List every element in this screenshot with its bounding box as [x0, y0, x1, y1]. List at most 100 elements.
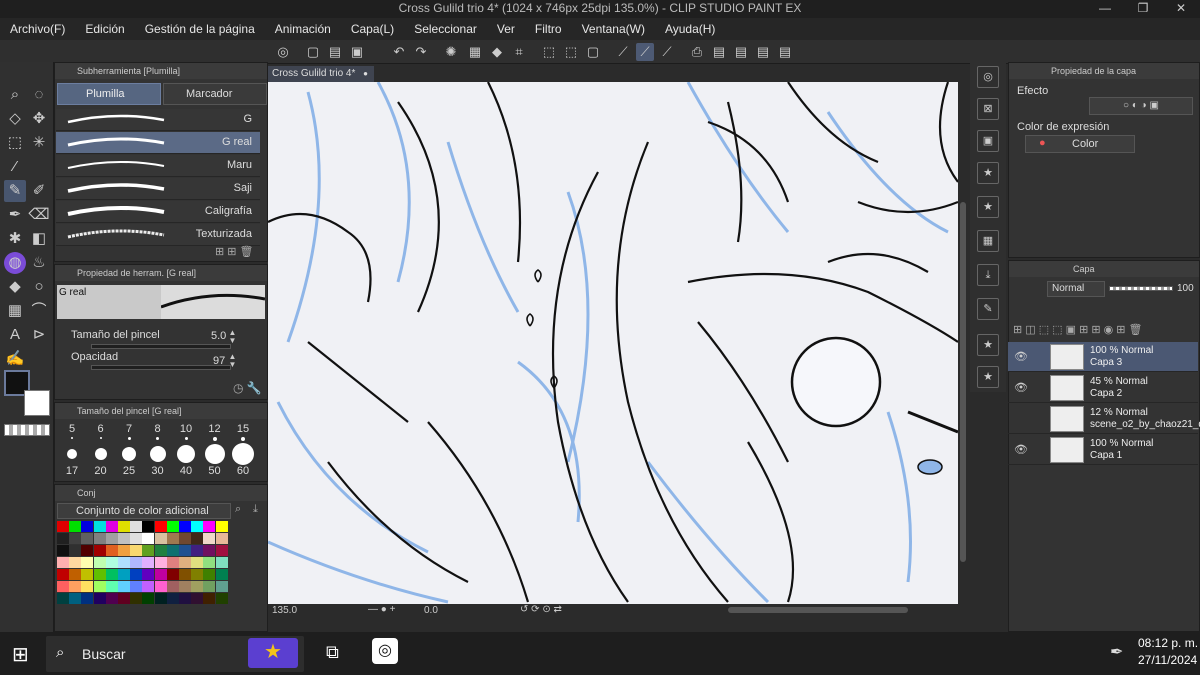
color-swatch[interactable]	[130, 545, 143, 556]
ruler-snap-icon[interactable]: ⟋	[614, 43, 632, 61]
layer-row[interactable]: 👁 100 % Normal Capa 3	[1008, 342, 1198, 372]
color-swatch[interactable]	[57, 593, 69, 604]
color-swatch[interactable]	[154, 569, 167, 580]
brush-texturizada[interactable]: Texturizada	[56, 224, 260, 246]
color-swatch[interactable]	[105, 593, 118, 604]
angle-value[interactable]: 0.0	[424, 605, 438, 616]
color-swatch[interactable]	[130, 581, 143, 592]
restore-button[interactable]: ❐	[1124, 0, 1162, 18]
color-swatch[interactable]	[166, 593, 179, 604]
color-swatch[interactable]	[118, 557, 130, 568]
color-swatch[interactable]	[118, 521, 130, 532]
fill-icon[interactable]: ◆	[488, 43, 506, 61]
clock-time[interactable]: 08:12 p. m.	[1138, 636, 1198, 650]
material-star-icon[interactable]: ★	[977, 162, 999, 184]
color-swatch[interactable]	[179, 533, 191, 544]
color-swatch[interactable]	[69, 545, 82, 556]
color-swatch[interactable]	[142, 533, 155, 544]
auto-select-icon[interactable]: ✳	[28, 132, 50, 154]
color-swatch[interactable]	[203, 557, 216, 568]
export-png-icon[interactable]: ▤	[732, 43, 750, 61]
color-swatch[interactable]	[166, 557, 179, 568]
export-psd-icon[interactable]: ▤	[754, 43, 772, 61]
canvas-tab[interactable]: Cross Gulild trio 4* ●	[268, 66, 374, 82]
color-swatch[interactable]	[93, 569, 106, 580]
color-swatch[interactable]	[81, 593, 94, 604]
color-swatch[interactable]	[215, 545, 228, 556]
pen-icon[interactable]: ✎	[4, 180, 26, 202]
color-swatch[interactable]	[130, 521, 143, 532]
menu-ventana[interactable]: Ventana(W)	[572, 22, 655, 36]
color-swatch[interactable]	[191, 569, 204, 580]
color-swatch[interactable]	[191, 521, 204, 532]
layer-row[interactable]: 👁 100 % Normal Capa 1	[1008, 435, 1198, 465]
opacity-value[interactable]: 97	[213, 355, 225, 367]
color-swatch[interactable]	[191, 557, 204, 568]
color-swatch[interactable]	[191, 533, 204, 544]
balloon-icon[interactable]: ⊳	[28, 324, 50, 346]
color-swatch[interactable]	[215, 581, 228, 592]
zoom-controls-icon[interactable]: — ● +	[368, 604, 395, 615]
color-swatch[interactable]	[215, 557, 228, 568]
color-swatch[interactable]	[215, 569, 228, 580]
canvas-tab-close-icon[interactable]: ●	[363, 66, 368, 82]
color-swatch[interactable]	[130, 569, 143, 580]
clear-icon[interactable]: ✺	[442, 43, 460, 61]
color-swatch[interactable]	[166, 533, 179, 544]
clip-studio-icon[interactable]: ◎	[274, 43, 292, 61]
brush-saji[interactable]: Saji	[56, 178, 260, 200]
frame-icon[interactable]: ▦	[4, 300, 26, 322]
menu-edicion[interactable]: Edición	[75, 22, 134, 36]
color-swatch[interactable]	[69, 557, 82, 568]
color-swatch[interactable]	[166, 569, 179, 580]
color-set-download-icon[interactable]: ⤓	[253, 503, 258, 516]
color-swatch[interactable]	[93, 557, 106, 568]
new-file-icon[interactable]: ▢	[304, 43, 322, 61]
layer-select-icon[interactable]: ◇	[4, 108, 26, 130]
brush-icon[interactable]: ✒	[4, 204, 26, 226]
layer-visibility-icon[interactable]: 👁	[1014, 350, 1028, 363]
task-view-icon[interactable]: ⧉	[326, 642, 339, 663]
canvas-horizontal-scroll-thumb[interactable]	[728, 607, 908, 613]
color-set-search-icon[interactable]: ⌕	[235, 503, 241, 516]
color-swatch[interactable]	[81, 533, 94, 544]
search-highlight-icon[interactable]: ★	[248, 638, 298, 668]
color-swatch[interactable]	[142, 581, 155, 592]
brush-size-slider[interactable]	[91, 344, 231, 349]
color-swatch[interactable]	[81, 581, 94, 592]
airbrush-icon[interactable]: ◍	[4, 252, 26, 274]
tab-plumilla[interactable]: Plumilla	[57, 83, 161, 105]
color-swatch[interactable]	[215, 593, 228, 604]
color-swatch[interactable]	[57, 557, 69, 568]
invert-selection-icon[interactable]: ⬚	[562, 43, 580, 61]
color-swatch[interactable]	[215, 521, 228, 532]
layer-opacity-slider[interactable]	[1109, 286, 1173, 291]
color-swatch[interactable]	[142, 545, 155, 556]
color-swatch[interactable]	[142, 521, 155, 532]
opacity-spinner[interactable]: ▲ ▼	[227, 353, 238, 369]
minimize-button[interactable]: —	[1086, 0, 1124, 18]
color-swatch[interactable]	[93, 581, 106, 592]
color-swatch[interactable]	[203, 521, 216, 532]
color-swatch[interactable]	[118, 533, 130, 544]
color-swatch[interactable]	[130, 533, 143, 544]
brush-size-spinner[interactable]: ▲ ▼	[227, 329, 238, 345]
blend-icon[interactable]: ◧	[28, 228, 50, 250]
color-swatch[interactable]	[166, 581, 179, 592]
color-swatch[interactable]	[203, 581, 216, 592]
color-swatch[interactable]	[203, 593, 216, 604]
material-star2-icon[interactable]: ★	[977, 196, 999, 218]
color-swatch[interactable]	[203, 533, 216, 544]
color-swatch[interactable]	[142, 557, 155, 568]
color-swatch[interactable]	[57, 545, 69, 556]
material-star4-icon[interactable]: ★	[977, 366, 999, 388]
special-ruler-snap-icon[interactable]: ⟋	[636, 43, 654, 61]
menu-ayuda[interactable]: Ayuda(H)	[655, 22, 725, 36]
export-psd2-icon[interactable]: ▤	[776, 43, 794, 61]
color-swatch[interactable]	[118, 593, 130, 604]
canvas-vertical-scrollbar[interactable]	[958, 82, 968, 604]
menu-capa[interactable]: Capa(L)	[341, 22, 404, 36]
color-swatch[interactable]	[142, 569, 155, 580]
color-swatch[interactable]	[57, 569, 69, 580]
correct-line-icon[interactable]: ✍	[4, 348, 26, 370]
